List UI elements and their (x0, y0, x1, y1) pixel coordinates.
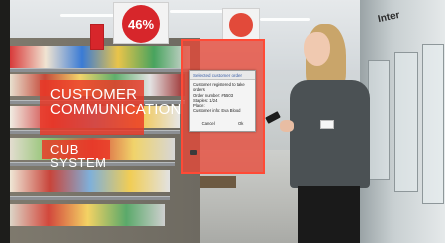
ceiling-light (60, 14, 120, 17)
name-badge (320, 120, 334, 129)
cancel-button[interactable]: Cancel (198, 119, 219, 128)
customer-order-dialog: Selected customer order Customer registe… (189, 70, 256, 132)
store-employee (262, 20, 382, 243)
dialog-title: Selected customer order (190, 71, 255, 80)
left-frame-edge (0, 0, 10, 243)
sale-sign: 46% (113, 2, 169, 44)
dialog-line: Customer info: Eva Blood (193, 108, 241, 114)
face (304, 32, 330, 66)
customer-communication-label: CUSTOMER COMMUNICATION (40, 80, 181, 135)
freezer-door (394, 52, 418, 192)
sale-badge (229, 13, 253, 37)
red-hanging-sign (90, 24, 104, 50)
device-icon (190, 150, 197, 155)
skirt (298, 186, 360, 243)
store-scene: Inter 46% CUSTOMER COMMUNICATION CUB SYS… (0, 0, 445, 243)
hand (280, 120, 294, 132)
shelf-edge (10, 68, 190, 72)
dialog-buttons: Cancel Ok (190, 119, 255, 128)
pallet (196, 176, 236, 188)
shelf-edge (10, 196, 170, 200)
product-row (10, 204, 165, 226)
cub-system-label: CUB SYSTEM (42, 140, 110, 169)
product-row (10, 170, 170, 192)
sale-sign (222, 8, 260, 40)
phone (265, 111, 281, 124)
sale-percent-badge: 46% (122, 5, 160, 43)
dialog-body: Customer registered to take orders Order… (190, 80, 255, 116)
ok-button[interactable]: Ok (234, 119, 247, 128)
jacket (290, 80, 370, 188)
freezer-door (422, 44, 444, 204)
